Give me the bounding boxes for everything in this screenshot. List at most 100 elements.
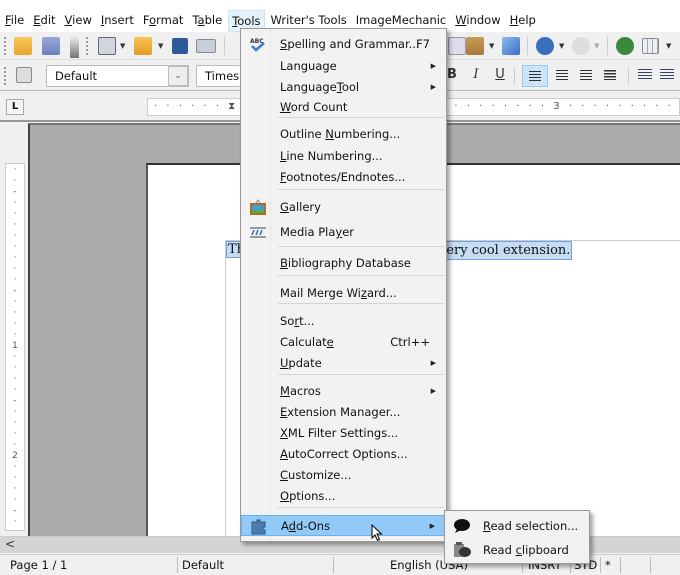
undo-icon[interactable] <box>536 37 554 55</box>
vertical-ruler[interactable]: ··-········-····1····-····2····-·· <box>5 163 25 531</box>
toolbar-separator <box>224 37 225 55</box>
menu-insert[interactable]: Insert <box>98 10 137 32</box>
tools-menu-item[interactable]: LanguageTool ▶ <box>241 77 446 98</box>
status-separator <box>650 557 651 573</box>
menu-item-label: LanguageTool <box>280 80 360 94</box>
dropdown-arrow-icon[interactable]: ▼ <box>158 42 163 50</box>
status-page-style[interactable]: Default <box>182 555 224 575</box>
toolbar-grip[interactable] <box>4 67 7 85</box>
vertical-ruler-mark: · <box>13 407 17 417</box>
tools-menu-item[interactable]: Sort... <box>241 311 446 332</box>
paste-icon[interactable] <box>466 37 484 55</box>
save-icon[interactable] <box>172 38 188 54</box>
table-icon[interactable] <box>642 38 659 54</box>
tools-menu-item[interactable]: Bibliography Database <box>241 253 446 274</box>
tools-menu-item[interactable]: Language ▶ <box>241 56 446 77</box>
menu-view[interactable]: View <box>62 10 95 32</box>
italic-button[interactable]: I <box>466 67 486 82</box>
dropdown-arrow-icon[interactable]: ▼ <box>666 42 671 50</box>
align-center-icon[interactable] <box>556 70 568 80</box>
toolbar-separator <box>514 67 515 85</box>
addons-menu-item[interactable]: Read selection... <box>445 514 589 538</box>
tools-menu-item[interactable]: Macros ▶ <box>241 381 446 402</box>
tools-menu-item[interactable]: Footnotes/Endnotes... <box>241 167 446 188</box>
menu-item-label: Mail Merge Wizard... <box>280 286 397 300</box>
vertical-ruler-mark: · <box>13 495 17 505</box>
font-name-combo[interactable]: Times I <box>196 65 244 87</box>
gallery-icon <box>249 199 267 216</box>
toolbar-separator <box>527 37 528 55</box>
open-icon[interactable] <box>134 37 152 55</box>
toolbar-separator <box>607 37 608 55</box>
tools-menu-item[interactable]: Update ▶ <box>241 353 446 374</box>
bulleted-list-icon[interactable] <box>660 69 674 81</box>
toolbar-overflow-button[interactable] <box>70 36 79 58</box>
vertical-ruler-mark: · <box>13 352 17 362</box>
tools-menu-item[interactable]: Calculate Ctrl++ <box>241 332 446 353</box>
menu-item-label: AutoCorrect Options... <box>280 447 408 461</box>
underline-button[interactable]: U <box>490 67 510 82</box>
tools-menu-item[interactable]: Add-Ons ▶ <box>241 515 446 536</box>
toolbar-grip[interactable] <box>4 37 7 55</box>
menu-format[interactable]: Format <box>140 10 187 32</box>
dropdown-arrow-icon[interactable]: ▼ <box>120 42 125 50</box>
tools-menu-item[interactable]: Line Numbering... <box>241 146 446 167</box>
menu-item-shortcut: Ctrl++ <box>390 335 430 349</box>
menu-separator <box>278 189 444 190</box>
clone-formatting-icon[interactable] <box>502 37 520 55</box>
tools-menu-item[interactable]: Mail Merge Wizard... <box>241 283 446 304</box>
tools-menu-item[interactable]: Gallery <box>241 197 446 218</box>
dropdown-arrow-icon[interactable]: ▼ <box>489 42 494 50</box>
align-left-button[interactable] <box>522 65 548 87</box>
scroll-left-button[interactable]: < <box>2 537 18 552</box>
justify-icon[interactable] <box>604 70 616 80</box>
vertical-ruler-mark: 2 <box>12 451 18 461</box>
vertical-ruler-mark: · <box>13 209 17 219</box>
menu-item-label: Language <box>280 59 337 73</box>
menu-edit[interactable]: Edit <box>30 10 58 32</box>
tools-menu-item[interactable]: Options... <box>241 486 446 507</box>
email-icon[interactable] <box>196 39 216 53</box>
tools-menu-item[interactable]: XML Filter Settings... <box>241 423 446 444</box>
menu-help[interactable]: Help <box>507 10 539 32</box>
font-name-value: Times I <box>205 69 240 83</box>
status-separator <box>177 557 178 573</box>
status-page[interactable]: Page 1 / 1 <box>10 555 67 575</box>
vertical-ruler-mark: - <box>13 187 17 197</box>
tools-menu-item[interactable]: Customize... <box>241 465 446 486</box>
dropdown-arrow-icon[interactable]: ▼ <box>559 42 564 50</box>
styles-icon[interactable] <box>16 67 32 83</box>
align-right-icon[interactable] <box>580 70 592 80</box>
tools-menu-item[interactable]: Extension Manager... <box>241 402 446 423</box>
addons-menu-item[interactable]: Read clipboard <box>445 538 589 562</box>
menu-item-label: Extension Manager... <box>280 405 401 419</box>
new-document-icon[interactable] <box>98 37 116 55</box>
tools-menu-item[interactable]: Media Player <box>241 222 446 243</box>
menu-table[interactable]: Table <box>189 10 225 32</box>
menu-item-label: Calculate <box>280 335 334 349</box>
tools-menu-item[interactable]: Outline Numbering... <box>241 124 446 145</box>
vertical-ruler-mark: · <box>13 385 17 395</box>
paragraph-style-value: Default <box>55 69 98 83</box>
numbered-list-icon[interactable] <box>638 69 652 81</box>
vertical-ruler-mark: · <box>6 527 24 530</box>
copy-icon[interactable] <box>448 37 466 55</box>
status-modified[interactable]: * <box>605 555 611 575</box>
vertical-ruler-mark: · <box>13 231 17 241</box>
paragraph-style-dropdown[interactable]: ⌄ <box>168 66 188 86</box>
menu-item-label: Word Count <box>280 100 348 114</box>
redo-icon <box>572 37 590 55</box>
tab-stop-selector[interactable]: L <box>6 99 24 115</box>
menu-window[interactable]: Window <box>452 10 503 32</box>
hyperlink-icon[interactable] <box>616 37 634 55</box>
tools-menu-item[interactable]: ABC Spelling and Grammar... F7 <box>241 34 446 55</box>
selected-text-end[interactable]: very cool extension. <box>437 241 573 260</box>
vertical-ruler-mark: · <box>13 165 17 175</box>
menu-file[interactable]: File <box>2 10 27 32</box>
save-remote-icon[interactable] <box>42 37 60 55</box>
tools-menu-item[interactable]: Word Count <box>241 97 446 118</box>
toolbar-grip[interactable] <box>86 37 89 55</box>
menu-item-label: Footnotes/Endnotes... <box>280 170 406 184</box>
open-folder-icon[interactable] <box>14 37 32 55</box>
tools-menu-item[interactable]: AutoCorrect Options... <box>241 444 446 465</box>
